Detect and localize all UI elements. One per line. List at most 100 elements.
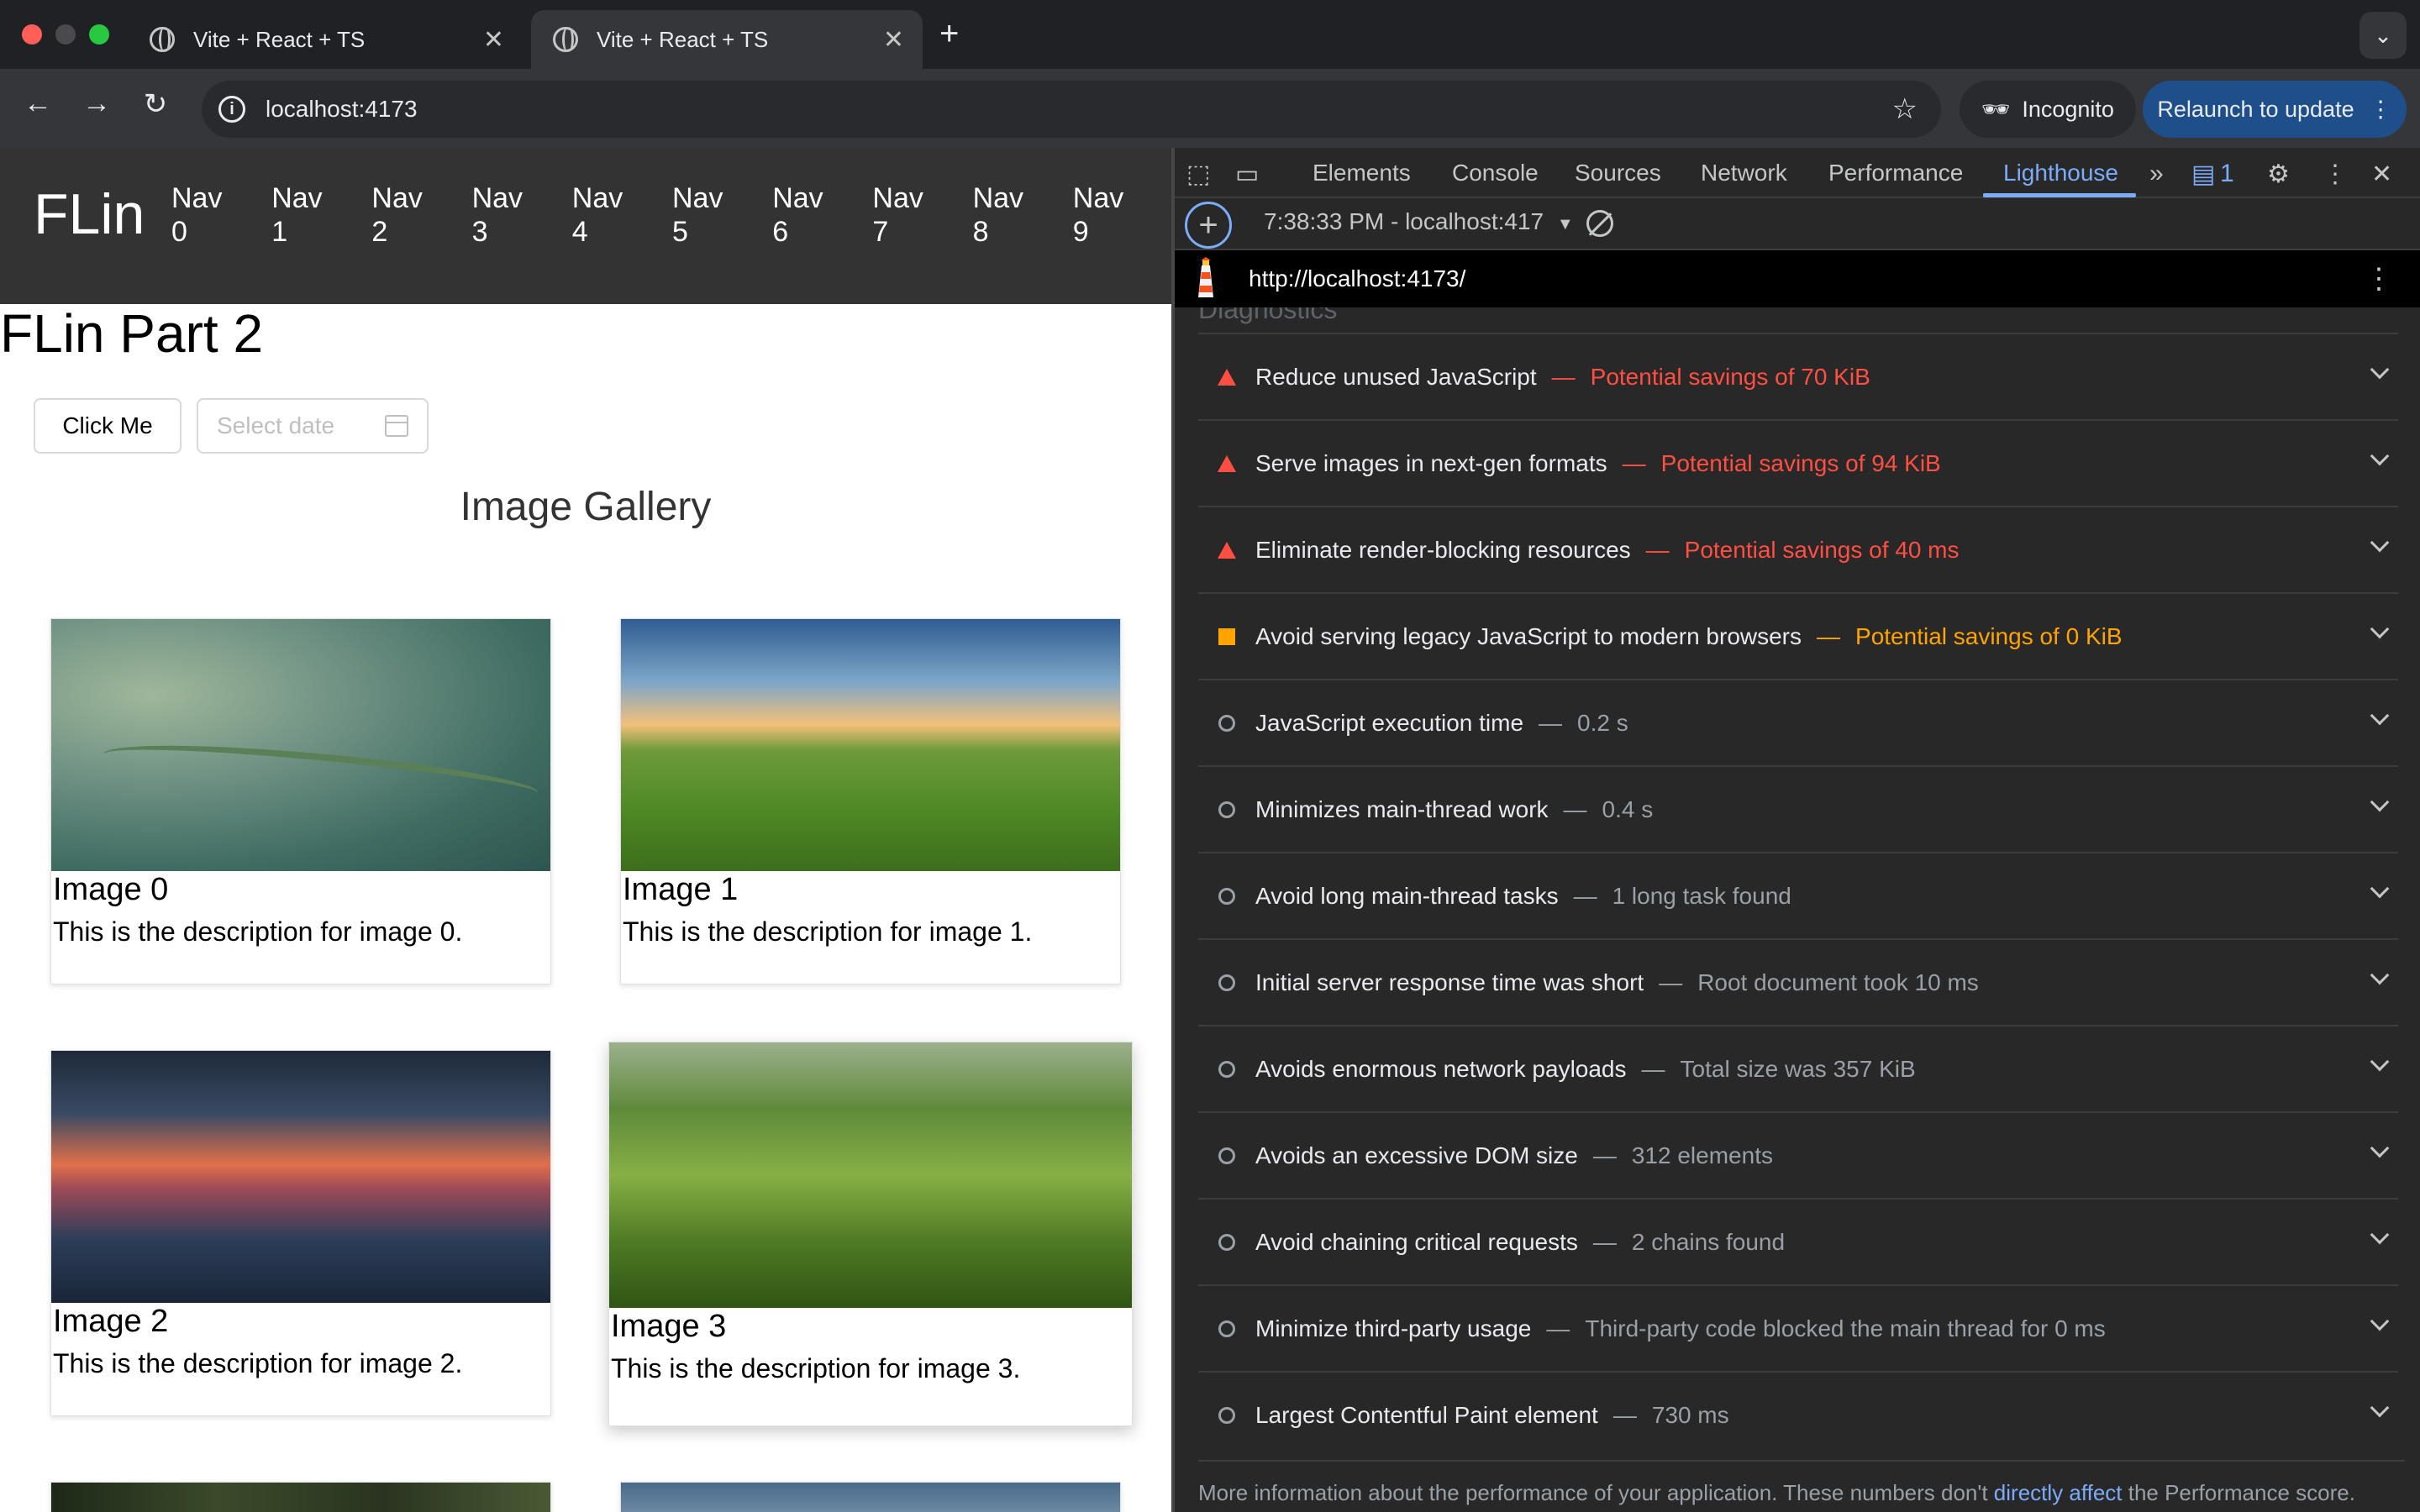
lighthouse-toolbar: + 7:38:33 PM - localhost:417 ▼ [1175, 198, 2420, 250]
tab-elements[interactable]: Elements [1313, 160, 1411, 186]
chevron-down-icon[interactable] [2370, 965, 2390, 985]
gallery-card-5[interactable] [620, 1482, 1121, 1512]
site-info-icon[interactable]: i [218, 96, 245, 123]
audit-row[interactable]: Avoid chaining critical requests — 2 chain… [1198, 1198, 2398, 1284]
card-description: This is the description for image 3. [611, 1353, 1021, 1383]
chevron-down-icon[interactable] [2370, 1225, 2390, 1245]
bookmark-star-icon[interactable]: ☆ [1892, 92, 1918, 126]
close-window-button[interactable] [22, 24, 42, 45]
card-description: This is the description for image 0. [53, 916, 463, 947]
nav-link-9[interactable]: Nav 9 [1073, 181, 1123, 249]
more-vert-icon[interactable]: ⋮ [2323, 160, 2348, 189]
close-tab-icon[interactable]: ✕ [483, 25, 504, 55]
relaunch-button[interactable]: Relaunch to update ⋮ [2143, 81, 2407, 138]
tab-search-button[interactable]: ⌄ [2360, 12, 2407, 59]
report-select[interactable]: 7:38:33 PM - localhost:417 ▼ [1264, 208, 1574, 235]
nav-link-7[interactable]: Nav 7 [872, 181, 923, 249]
gallery-image-0[interactable] [51, 619, 550, 871]
audit-row[interactable]: Minimizes main-thread work — 0.4 s [1198, 765, 2398, 852]
chevron-down-icon[interactable] [2370, 360, 2390, 380]
directly-affect-link[interactable]: directly affect [1994, 1480, 2123, 1505]
nav-link-4[interactable]: Nav 4 [572, 181, 623, 249]
audit-row[interactable]: Reduce unused JavaScript — Potential savin… [1198, 333, 2398, 419]
issues-count[interactable]: 1 [2220, 160, 2234, 188]
audit-row[interactable]: Largest Contentful Paint element — 730 ms [1198, 1371, 2398, 1457]
gallery-card-2[interactable]: Image 2 This is the description for imag… [50, 1050, 551, 1416]
url-text[interactable]: localhost:4173 [266, 96, 1892, 123]
reload-icon[interactable]: ↻ [134, 87, 176, 121]
gallery-image-1[interactable] [621, 619, 1120, 871]
close-devtools-icon[interactable]: ✕ [2371, 160, 2392, 189]
audit-row[interactable]: JavaScript execution time — 0.2 s [1198, 679, 2398, 765]
nav-link-1[interactable]: Nav 1 [271, 181, 322, 249]
audit-title: Avoid chaining critical requests [1255, 1228, 1578, 1255]
nav-link-5[interactable]: Nav 5 [672, 181, 723, 249]
nav-link-2[interactable]: Nav 2 [371, 181, 422, 249]
tab-lighthouse[interactable]: Lighthouse [2003, 160, 2118, 186]
audit-row[interactable]: Initial server response time was short — R… [1198, 938, 2398, 1025]
address-bar[interactable]: i localhost:4173 ☆ [202, 81, 1941, 138]
gallery-card-0[interactable]: Image 0 This is the description for imag… [50, 618, 551, 984]
nav-link-3[interactable]: Nav 3 [472, 181, 523, 249]
zoom-window-button[interactable] [89, 24, 109, 45]
issues-icon[interactable]: ▤ [2191, 160, 2215, 189]
audit-separator: — [1817, 622, 1841, 649]
click-me-button[interactable]: Click Me [34, 398, 182, 454]
tab-sources[interactable]: Sources [1575, 160, 1661, 186]
date-picker[interactable] [197, 398, 429, 454]
chevron-down-icon[interactable] [2370, 792, 2390, 812]
chevron-down-icon[interactable] [2370, 706, 2390, 726]
gallery-image-4[interactable] [51, 1483, 550, 1512]
back-icon[interactable]: ← [17, 87, 59, 120]
clear-reports-icon[interactable] [1586, 210, 1613, 237]
gallery-image-5[interactable] [621, 1483, 1120, 1512]
chevron-down-icon[interactable] [2370, 1138, 2390, 1158]
chevron-down-icon[interactable] [2370, 619, 2390, 639]
audit-separator: — [1645, 536, 1670, 563]
audit-separator: — [1563, 795, 1587, 822]
audit-row[interactable]: Avoids enormous network payloads — Total s… [1198, 1025, 2398, 1111]
inspect-element-icon[interactable]: ⬚ [1186, 160, 1210, 189]
chevron-down-icon[interactable] [2370, 1311, 2390, 1331]
gallery-card-4[interactable] [50, 1482, 551, 1512]
nav-link-8[interactable]: Nav 8 [973, 181, 1023, 249]
nav-link-6[interactable]: Nav 6 [772, 181, 823, 249]
tab-console[interactable]: Console [1452, 160, 1539, 186]
close-tab-icon[interactable]: ✕ [883, 25, 904, 55]
audit-row[interactable]: Eliminate render-blocking resources — Pote… [1198, 506, 2398, 592]
chevron-down-icon[interactable] [2370, 1398, 2390, 1418]
report-menu-icon[interactable]: ⋮ [2365, 262, 2393, 296]
browser-tab-2[interactable]: Vite + React + TS ✕ [531, 10, 923, 69]
nav-link-0[interactable]: Nav 0 [171, 181, 222, 249]
gallery-image-2[interactable] [51, 1051, 550, 1303]
audit-row[interactable]: Avoid serving legacy JavaScript to moder… [1198, 592, 2398, 679]
browser-tab-1[interactable]: Vite + React + TS ✕ [128, 10, 523, 69]
gallery-card-3[interactable]: Image 3 This is the description for imag… [608, 1042, 1133, 1426]
chevron-down-icon[interactable] [2370, 533, 2390, 553]
new-tab-button[interactable]: + [939, 15, 959, 53]
device-toolbar-icon[interactable]: ▭ [1235, 160, 1259, 189]
card-title: Image 2 [53, 1304, 169, 1339]
tab-network[interactable]: Network [1701, 160, 1787, 186]
report-url[interactable]: http://localhost:4173/ [1249, 265, 1465, 292]
incognito-button[interactable]: 🕶 Incognito [1960, 81, 2136, 138]
calendar-icon[interactable] [385, 415, 408, 437]
chevron-down-icon[interactable] [2370, 1052, 2390, 1072]
tab-performance[interactable]: Performance [1828, 160, 1963, 186]
chevron-down-icon[interactable] [2370, 879, 2390, 899]
audit-row[interactable]: Minimize third-party usage — Third-party c… [1198, 1284, 2398, 1371]
audit-row[interactable]: Serve images in next-gen formats — Potenti… [1198, 419, 2398, 506]
forward-icon[interactable]: → [76, 87, 118, 120]
site-logo[interactable]: FLin [34, 181, 145, 247]
settings-gear-icon[interactable]: ⚙ [2267, 160, 2290, 189]
more-tabs-icon[interactable]: » [2149, 160, 2164, 188]
minimize-window-button[interactable] [55, 24, 76, 45]
gallery-card-1[interactable]: Image 1 This is the description for imag… [620, 618, 1121, 984]
new-report-button[interactable]: + [1185, 202, 1232, 249]
gallery-image-3[interactable] [609, 1042, 1132, 1308]
chevron-down-icon[interactable] [2370, 446, 2390, 466]
audit-separator: — [1641, 1055, 1665, 1082]
audit-row[interactable]: Avoids an excessive DOM size — 312 element… [1198, 1111, 2398, 1198]
audit-row[interactable]: Avoid long main-thread tasks — 1 long task… [1198, 852, 2398, 938]
date-input[interactable] [217, 412, 368, 439]
